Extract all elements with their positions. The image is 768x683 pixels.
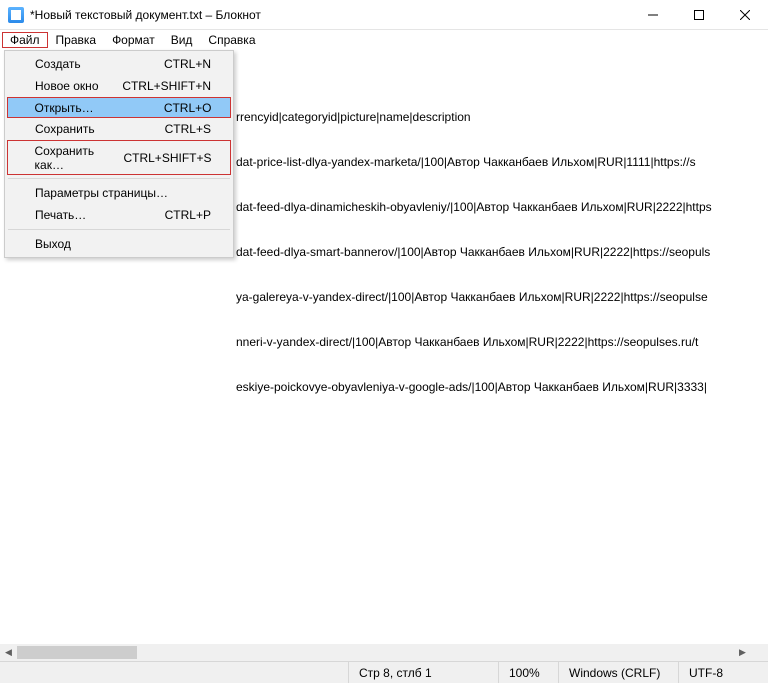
menu-item-shortcut: CTRL+P	[165, 208, 211, 222]
window-controls	[630, 0, 768, 29]
menu-item-print[interactable]: Печать… CTRL+P	[7, 204, 231, 226]
menu-item-label: Параметры страницы…	[35, 186, 168, 200]
editor-line: dat-feed-dlya-dinamicheskih-obyavleniy/|…	[236, 200, 764, 215]
menu-separator	[8, 178, 230, 179]
editor-line: rrencyid|categoryid|picture|name|descrip…	[236, 110, 764, 125]
menu-edit[interactable]: Правка	[48, 32, 105, 48]
menu-item-open[interactable]: Открыть… CTRL+O	[7, 97, 231, 118]
editor-line: dat-feed-dlya-smart-bannerov/|100|Автор …	[236, 245, 764, 260]
menu-view[interactable]: Вид	[163, 32, 201, 48]
status-zoom: 100%	[498, 662, 558, 683]
status-encoding: UTF-8	[678, 662, 768, 683]
menu-help[interactable]: Справка	[200, 32, 263, 48]
menu-format[interactable]: Формат	[104, 32, 163, 48]
menu-item-label: Создать	[35, 57, 81, 71]
menu-item-label: Выход	[35, 237, 71, 251]
menu-item-label: Открыть…	[35, 101, 94, 115]
menu-item-save-as[interactable]: Сохранить как… CTRL+SHIFT+S	[7, 140, 231, 175]
menu-item-shortcut: CTRL+S	[165, 122, 211, 136]
editor-line: nneri-v-yandex-direct/|100|Автор Чакканб…	[236, 335, 764, 350]
menu-file[interactable]: Файл	[2, 32, 48, 48]
scroll-track[interactable]	[17, 644, 734, 661]
menu-item-page-setup[interactable]: Параметры страницы…	[7, 182, 231, 204]
scroll-left-arrow-icon[interactable]: ◀	[0, 644, 17, 661]
editor-line: dat-price-list-dlya-yandex-marketa/|100|…	[236, 155, 764, 170]
maximize-button[interactable]	[676, 0, 722, 29]
menu-item-exit[interactable]: Выход	[7, 233, 231, 255]
status-position: Стр 8, стлб 1	[348, 662, 498, 683]
close-button[interactable]	[722, 0, 768, 29]
menu-item-shortcut: CTRL+SHIFT+S	[123, 151, 211, 165]
menu-item-new[interactable]: Создать CTRL+N	[7, 53, 231, 75]
menu-item-new-window[interactable]: Новое окно CTRL+SHIFT+N	[7, 75, 231, 97]
status-eol: Windows (CRLF)	[558, 662, 678, 683]
horizontal-scrollbar[interactable]: ◀ ▶	[0, 644, 751, 661]
menu-item-label: Новое окно	[35, 79, 99, 93]
editor-line: ya-galereya-v-yandex-direct/|100|Автор Ч…	[236, 290, 764, 305]
menu-item-shortcut: CTRL+SHIFT+N	[122, 79, 211, 93]
menubar: Файл Правка Формат Вид Справка	[0, 30, 768, 50]
window-title: *Новый текстовый документ.txt – Блокнот	[30, 8, 630, 22]
editor-line: eskiye-poickovye-obyavleniya-v-google-ad…	[236, 380, 764, 395]
app-icon	[8, 7, 24, 23]
menu-item-shortcut: CTRL+N	[164, 57, 211, 71]
menu-item-label: Сохранить как…	[35, 144, 124, 172]
scroll-right-arrow-icon[interactable]: ▶	[734, 644, 751, 661]
menu-item-label: Сохранить	[35, 122, 95, 136]
scroll-corner	[751, 644, 768, 661]
file-menu-dropdown: Создать CTRL+N Новое окно CTRL+SHIFT+N О…	[4, 50, 234, 258]
minimize-button[interactable]	[630, 0, 676, 29]
menu-item-shortcut: CTRL+O	[164, 101, 212, 115]
titlebar: *Новый текстовый документ.txt – Блокнот	[0, 0, 768, 30]
statusbar: Стр 8, стлб 1 100% Windows (CRLF) UTF-8	[0, 661, 768, 683]
menu-separator	[8, 229, 230, 230]
scroll-thumb[interactable]	[17, 646, 137, 659]
menu-item-label: Печать…	[35, 208, 86, 222]
menu-item-save[interactable]: Сохранить CTRL+S	[7, 118, 231, 140]
